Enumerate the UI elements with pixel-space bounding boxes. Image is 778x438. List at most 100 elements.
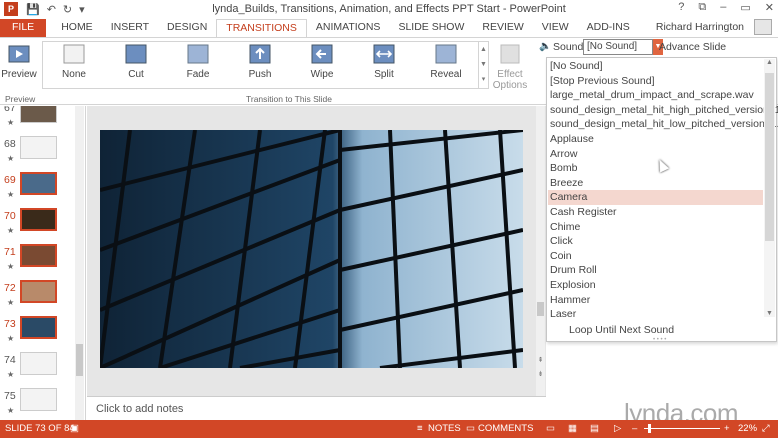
tab-design[interactable]: DESIGN xyxy=(158,19,216,37)
list-item[interactable]: sound_design_metal_hit_high_pitched_vers… xyxy=(548,103,778,118)
scroll-down-icon[interactable]: ▼ xyxy=(764,310,775,317)
zoom-in-icon[interactable]: + xyxy=(724,423,730,434)
list-item[interactable]: 72 ★ xyxy=(0,280,85,316)
resize-grip-icon[interactable]: • • • • xyxy=(653,337,666,343)
list-item[interactable]: 71 ★ xyxy=(0,244,85,280)
transition-cut[interactable]: Cut xyxy=(111,43,161,89)
next-slide-icon[interactable]: ⇟ xyxy=(536,370,545,378)
loop-until-next-sound[interactable]: Loop Until Next Sound xyxy=(569,324,674,336)
redo-icon[interactable]: ↻ xyxy=(63,3,72,16)
slide-thumbnail[interactable] xyxy=(20,244,57,267)
list-item[interactable]: Explosion xyxy=(548,278,763,293)
list-item[interactable]: Click xyxy=(548,234,763,249)
sound-list-scrollbar[interactable]: ▲ ▼ xyxy=(764,59,775,317)
list-item-highlighted[interactable]: Camera xyxy=(548,190,763,205)
zoom-slider-thumb[interactable] xyxy=(648,424,651,433)
slide-thumbnail[interactable] xyxy=(20,280,57,303)
minimize-button[interactable]: – xyxy=(720,1,726,14)
transition-none[interactable]: None xyxy=(49,43,99,89)
ribbon-display-button[interactable]: ⧉ xyxy=(698,1,706,14)
normal-view-icon[interactable]: ▭ xyxy=(546,423,555,434)
tab-insert[interactable]: INSERT xyxy=(102,19,158,37)
avatar[interactable] xyxy=(754,19,772,35)
effect-options-button[interactable]: Effect Options xyxy=(488,43,532,91)
list-item[interactable]: Applause xyxy=(548,132,763,147)
transition-wipe[interactable]: Wipe xyxy=(297,43,347,89)
spell-check-icon[interactable]: ▣ xyxy=(70,423,79,434)
user-name[interactable]: Richard Harrington xyxy=(656,21,744,33)
previous-slide-icon[interactable]: ⇞ xyxy=(536,356,545,364)
tab-animations[interactable]: ANIMATIONS xyxy=(307,19,390,37)
comments-button[interactable]: COMMENTS xyxy=(478,423,533,434)
reading-view-icon[interactable]: ▤ xyxy=(590,423,599,434)
slide-thumbnail[interactable] xyxy=(20,172,57,195)
list-item[interactable]: Arrow xyxy=(548,147,763,162)
transition-fade[interactable]: Fade xyxy=(173,43,223,89)
notes-placeholder[interactable]: Click to add notes xyxy=(96,403,183,415)
sound-dropdown[interactable]: [No Sound] xyxy=(583,39,653,55)
slideshow-icon[interactable]: ▷ xyxy=(614,423,621,434)
slide-thumbnail[interactable] xyxy=(20,136,57,159)
help-button[interactable]: ? xyxy=(678,1,684,14)
slide-thumbnail[interactable] xyxy=(20,208,57,231)
undo-icon[interactable]: ↶ xyxy=(47,3,56,16)
transition-reveal[interactable]: Reveal xyxy=(421,43,471,89)
notes-button[interactable]: NOTES xyxy=(428,423,461,434)
list-item[interactable]: 74 ★ xyxy=(0,352,85,388)
slide-thumbnail[interactable] xyxy=(20,352,57,375)
save-icon[interactable]: 💾 xyxy=(26,3,40,16)
thumbnail-scrollbar[interactable] xyxy=(75,106,84,420)
list-item[interactable]: Cash Register xyxy=(548,205,763,220)
zoom-level[interactable]: 22% xyxy=(738,423,757,434)
customize-qat-icon[interactable]: ▾ xyxy=(79,3,85,16)
tab-review[interactable]: REVIEW xyxy=(473,19,532,37)
fit-to-window-icon[interactable]: ⤢ xyxy=(762,423,770,434)
effect-options-icon xyxy=(498,43,522,65)
list-item[interactable]: [No Sound] xyxy=(548,59,763,74)
tab-transitions[interactable]: TRANSITIONS xyxy=(216,19,307,37)
slide-sorter-icon[interactable]: ▦ xyxy=(568,423,577,434)
close-button[interactable]: ✕ xyxy=(765,1,774,14)
slide-thumbnail[interactable] xyxy=(20,388,57,411)
list-item[interactable]: large_metal_drum_impact_and_scrape.wav xyxy=(548,88,763,103)
maximize-button[interactable]: ▭ xyxy=(740,1,750,14)
tab-file[interactable]: FILE xyxy=(0,19,47,37)
gallery-scrollbar[interactable]: ▲ ▼ ▾ xyxy=(478,42,488,88)
notes-pane[interactable]: Click to add notes xyxy=(87,396,546,420)
list-item[interactable]: 75 ★ xyxy=(0,388,85,420)
slide-thumbnail[interactable] xyxy=(20,316,57,339)
tab-home[interactable]: HOME xyxy=(52,19,102,37)
list-item[interactable]: Coin xyxy=(548,249,763,264)
list-item[interactable]: 69 ★ xyxy=(0,172,85,208)
comments-icon[interactable]: ▭ xyxy=(466,423,475,434)
notes-icon[interactable]: ≡ xyxy=(417,423,423,434)
list-item[interactable]: Drum Roll xyxy=(548,263,763,278)
editor-scrollbar[interactable] xyxy=(536,106,545,396)
slide-thumbnail[interactable] xyxy=(20,106,57,123)
preview-button[interactable]: Preview xyxy=(0,43,38,89)
list-item[interactable]: [Stop Previous Sound] xyxy=(548,74,763,89)
scroll-up-icon[interactable]: ▲ xyxy=(764,59,775,66)
list-item[interactable]: 73 ★ xyxy=(0,316,85,352)
zoom-slider[interactable] xyxy=(644,428,720,429)
tab-add-ins[interactable]: ADD-INS xyxy=(578,19,639,37)
list-item[interactable]: Hammer xyxy=(548,293,763,308)
tab-view[interactable]: VIEW xyxy=(533,19,578,37)
list-item[interactable]: Laser xyxy=(548,307,763,322)
zoom-out-icon[interactable]: – xyxy=(632,423,637,434)
list-item[interactable]: 67 ★ xyxy=(0,106,85,136)
slide-canvas[interactable] xyxy=(100,130,523,368)
list-item[interactable]: 68 ★ xyxy=(0,136,85,172)
scrollbar-thumb[interactable] xyxy=(76,344,83,376)
transition-push[interactable]: Push xyxy=(235,43,285,89)
scrollbar-thumb[interactable] xyxy=(537,302,544,316)
tab-slide-show[interactable]: SLIDE SHOW xyxy=(389,19,473,37)
list-item[interactable]: sound_design_metal_hit_low_pitched_versi… xyxy=(548,117,778,132)
list-item[interactable]: Chime xyxy=(548,220,763,235)
list-item[interactable]: Breeze xyxy=(548,176,763,191)
slide-counter: SLIDE 73 OF 84 xyxy=(5,423,75,434)
reveal-icon xyxy=(434,43,458,65)
scrollbar-thumb[interactable] xyxy=(765,73,774,241)
transition-split[interactable]: Split xyxy=(359,43,409,89)
list-item[interactable]: 70 ★ xyxy=(0,208,85,244)
